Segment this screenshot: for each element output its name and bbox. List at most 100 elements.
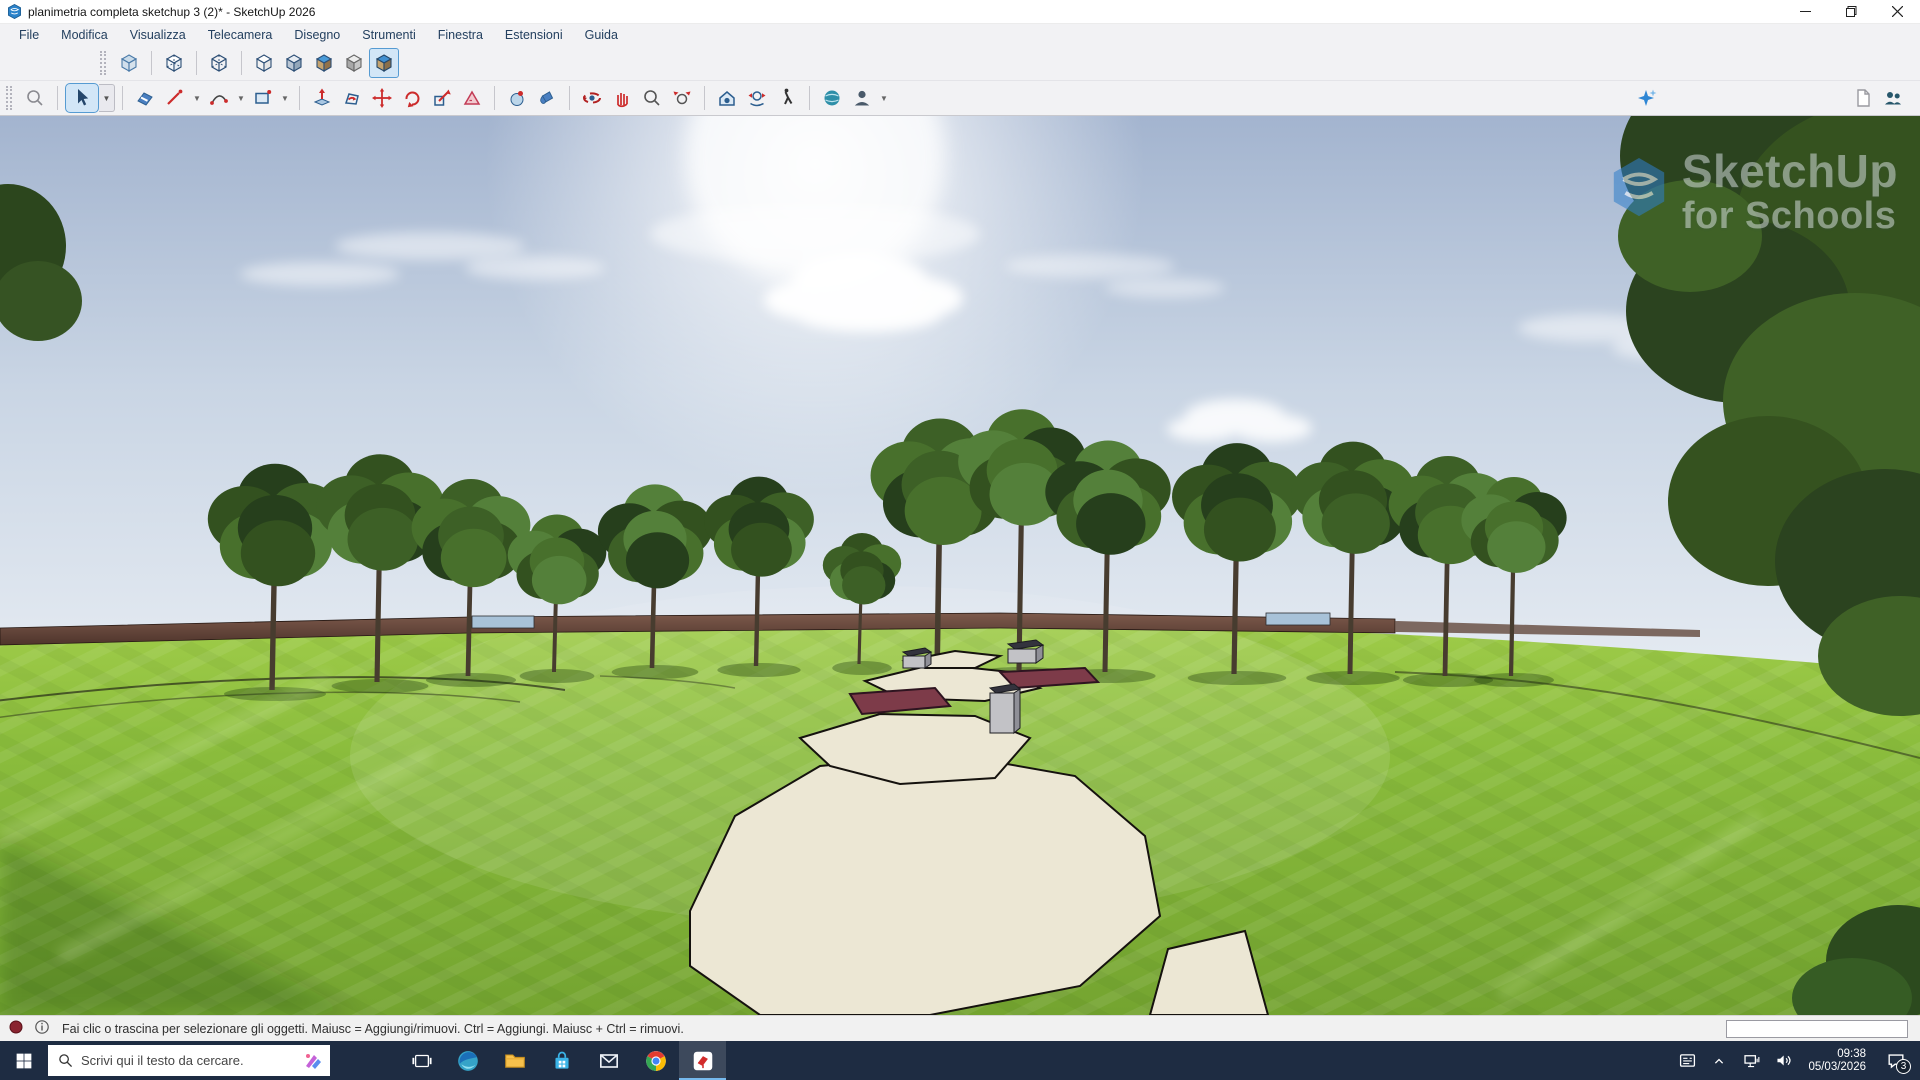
geolocation-icon[interactable]	[8, 1019, 24, 1038]
minimize-button[interactable]	[1782, 0, 1828, 23]
task-view-button[interactable]	[400, 1041, 444, 1080]
tools-toolbar: ▼ ▼ ▼ ▼ ▼	[0, 81, 1920, 116]
maximize-button[interactable]	[1828, 0, 1874, 23]
search-highlights-icon[interactable]	[302, 1050, 324, 1072]
search-tool[interactable]	[20, 83, 50, 113]
shapes-dropdown[interactable]: ▼	[278, 83, 292, 113]
menu-finestra[interactable]: Finestra	[427, 24, 494, 46]
wall-panel	[472, 616, 534, 628]
toolbar-separator	[809, 86, 810, 110]
style-back-edges-tool[interactable]	[159, 48, 189, 78]
style-shaded-with-textures-tool[interactable]	[309, 48, 339, 78]
new-document-tool[interactable]	[1848, 83, 1878, 113]
toolbar-separator	[57, 86, 58, 110]
position-camera-tool[interactable]	[712, 83, 742, 113]
menu-disegno[interactable]: Disegno	[283, 24, 351, 46]
style-shaded-tool[interactable]	[279, 48, 309, 78]
notification-count-badge: 3	[1896, 1059, 1911, 1074]
sketchup-window: planimetria completa sketchup 3 (2)* - S…	[0, 0, 1920, 1080]
scale-tool[interactable]	[427, 83, 457, 113]
sketchup-logo-icon	[7, 4, 22, 19]
sign-in-tool[interactable]	[847, 83, 877, 113]
zoom-tool[interactable]	[637, 83, 667, 113]
style-hidden-line-tool[interactable]	[249, 48, 279, 78]
status-bar: Fai clic o trascina per selezionare gli …	[0, 1015, 1920, 1041]
taskbar-clock[interactable]: 09:38 05/03/2026	[1802, 1048, 1872, 1074]
window-tools-toolbar	[1848, 83, 1908, 113]
window-title: planimetria completa sketchup 3 (2)* - S…	[28, 5, 315, 19]
walk-tool[interactable]	[772, 83, 802, 113]
line-dropdown[interactable]: ▼	[190, 83, 204, 113]
notifications-button[interactable]: 3	[1878, 1041, 1914, 1080]
collaborate-tool[interactable]	[1878, 83, 1908, 113]
3d-scene	[0, 116, 1920, 1015]
toolbar-separator	[569, 86, 570, 110]
ai-toolbar	[1632, 83, 1662, 113]
sign-in-dropdown[interactable]: ▼	[877, 83, 891, 113]
push-pull-tool[interactable]	[307, 83, 337, 113]
toolbar-drag-handle[interactable]	[100, 51, 106, 75]
menu-estensioni[interactable]: Estensioni	[494, 24, 574, 46]
volume-icon[interactable]	[1770, 1041, 1796, 1080]
follow-me-tool[interactable]	[502, 83, 532, 113]
arcs-tool[interactable]	[204, 83, 234, 113]
rotate-tool[interactable]	[397, 83, 427, 113]
model-viewport[interactable]: SketchUp for Schools	[0, 116, 1920, 1015]
menu-modifica[interactable]: Modifica	[50, 24, 119, 46]
toolbar-separator	[494, 86, 495, 110]
taskbar-app-file-explorer[interactable]	[491, 1041, 538, 1080]
line-tool[interactable]	[160, 83, 190, 113]
paint-bucket-tool[interactable]	[532, 83, 562, 113]
title-bar: planimetria completa sketchup 3 (2)* - S…	[0, 0, 1920, 24]
orbit-tool[interactable]	[577, 83, 607, 113]
offset-tool[interactable]	[337, 83, 367, 113]
style-monochrome-tool[interactable]	[339, 48, 369, 78]
pan-tool[interactable]	[607, 83, 637, 113]
taskbar-app-store[interactable]	[538, 1041, 585, 1080]
style-shaded-with-textures-active-tool[interactable]	[369, 48, 399, 78]
toolbar-separator	[122, 86, 123, 110]
network-icon[interactable]	[1738, 1041, 1764, 1080]
look-around-tool[interactable]	[742, 83, 772, 113]
select-tool[interactable]	[65, 83, 99, 113]
taskbar-app-edge[interactable]	[444, 1041, 491, 1080]
taskbar-search-box[interactable]	[48, 1045, 330, 1076]
wall-panel	[1266, 613, 1330, 625]
move-tool[interactable]	[367, 83, 397, 113]
tape-measure-tool[interactable]	[457, 83, 487, 113]
menu-telecamera[interactable]: Telecamera	[197, 24, 284, 46]
zoom-extents-tool[interactable]	[667, 83, 697, 113]
info-icon[interactable]	[34, 1019, 50, 1038]
ai-assistant-tool[interactable]	[1632, 83, 1662, 113]
hidden-icons-chevron[interactable]	[1706, 1041, 1732, 1080]
news-widget-icon[interactable]	[1674, 1041, 1700, 1080]
add-location-tool[interactable]	[817, 83, 847, 113]
toolbar-separator	[704, 86, 705, 110]
clock-time: 09:38	[1808, 1048, 1866, 1061]
eraser-tool[interactable]	[130, 83, 160, 113]
menu-file[interactable]: File	[8, 24, 50, 46]
style-wireframe-tool[interactable]	[204, 48, 234, 78]
clock-date: 05/03/2026	[1808, 1061, 1866, 1074]
style-xray-tool[interactable]	[114, 48, 144, 78]
status-message: Fai clic o trascina per selezionare gli …	[62, 1022, 684, 1036]
toolbar-separator	[241, 51, 242, 75]
select-dropdown[interactable]: ▼	[99, 84, 115, 112]
menu-guida[interactable]: Guida	[574, 24, 629, 46]
arcs-dropdown[interactable]: ▼	[234, 83, 248, 113]
taskbar-app-sketchup[interactable]	[679, 1041, 726, 1080]
measurements-input[interactable]	[1726, 1020, 1908, 1038]
toolbar-separator	[196, 51, 197, 75]
styles-toolbar	[0, 46, 1920, 81]
taskbar-app-chrome[interactable]	[632, 1041, 679, 1080]
system-tray: 09:38 05/03/2026 3	[1674, 1041, 1920, 1080]
search-input[interactable]	[81, 1053, 302, 1068]
toolbar-drag-handle[interactable]	[6, 86, 12, 110]
toolbar-separator	[151, 51, 152, 75]
close-button[interactable]	[1874, 0, 1920, 23]
shapes-tool[interactable]	[248, 83, 278, 113]
start-button[interactable]	[0, 1041, 48, 1080]
menu-visualizza[interactable]: Visualizza	[119, 24, 197, 46]
menu-strumenti[interactable]: Strumenti	[351, 24, 427, 46]
taskbar-app-mail[interactable]	[585, 1041, 632, 1080]
